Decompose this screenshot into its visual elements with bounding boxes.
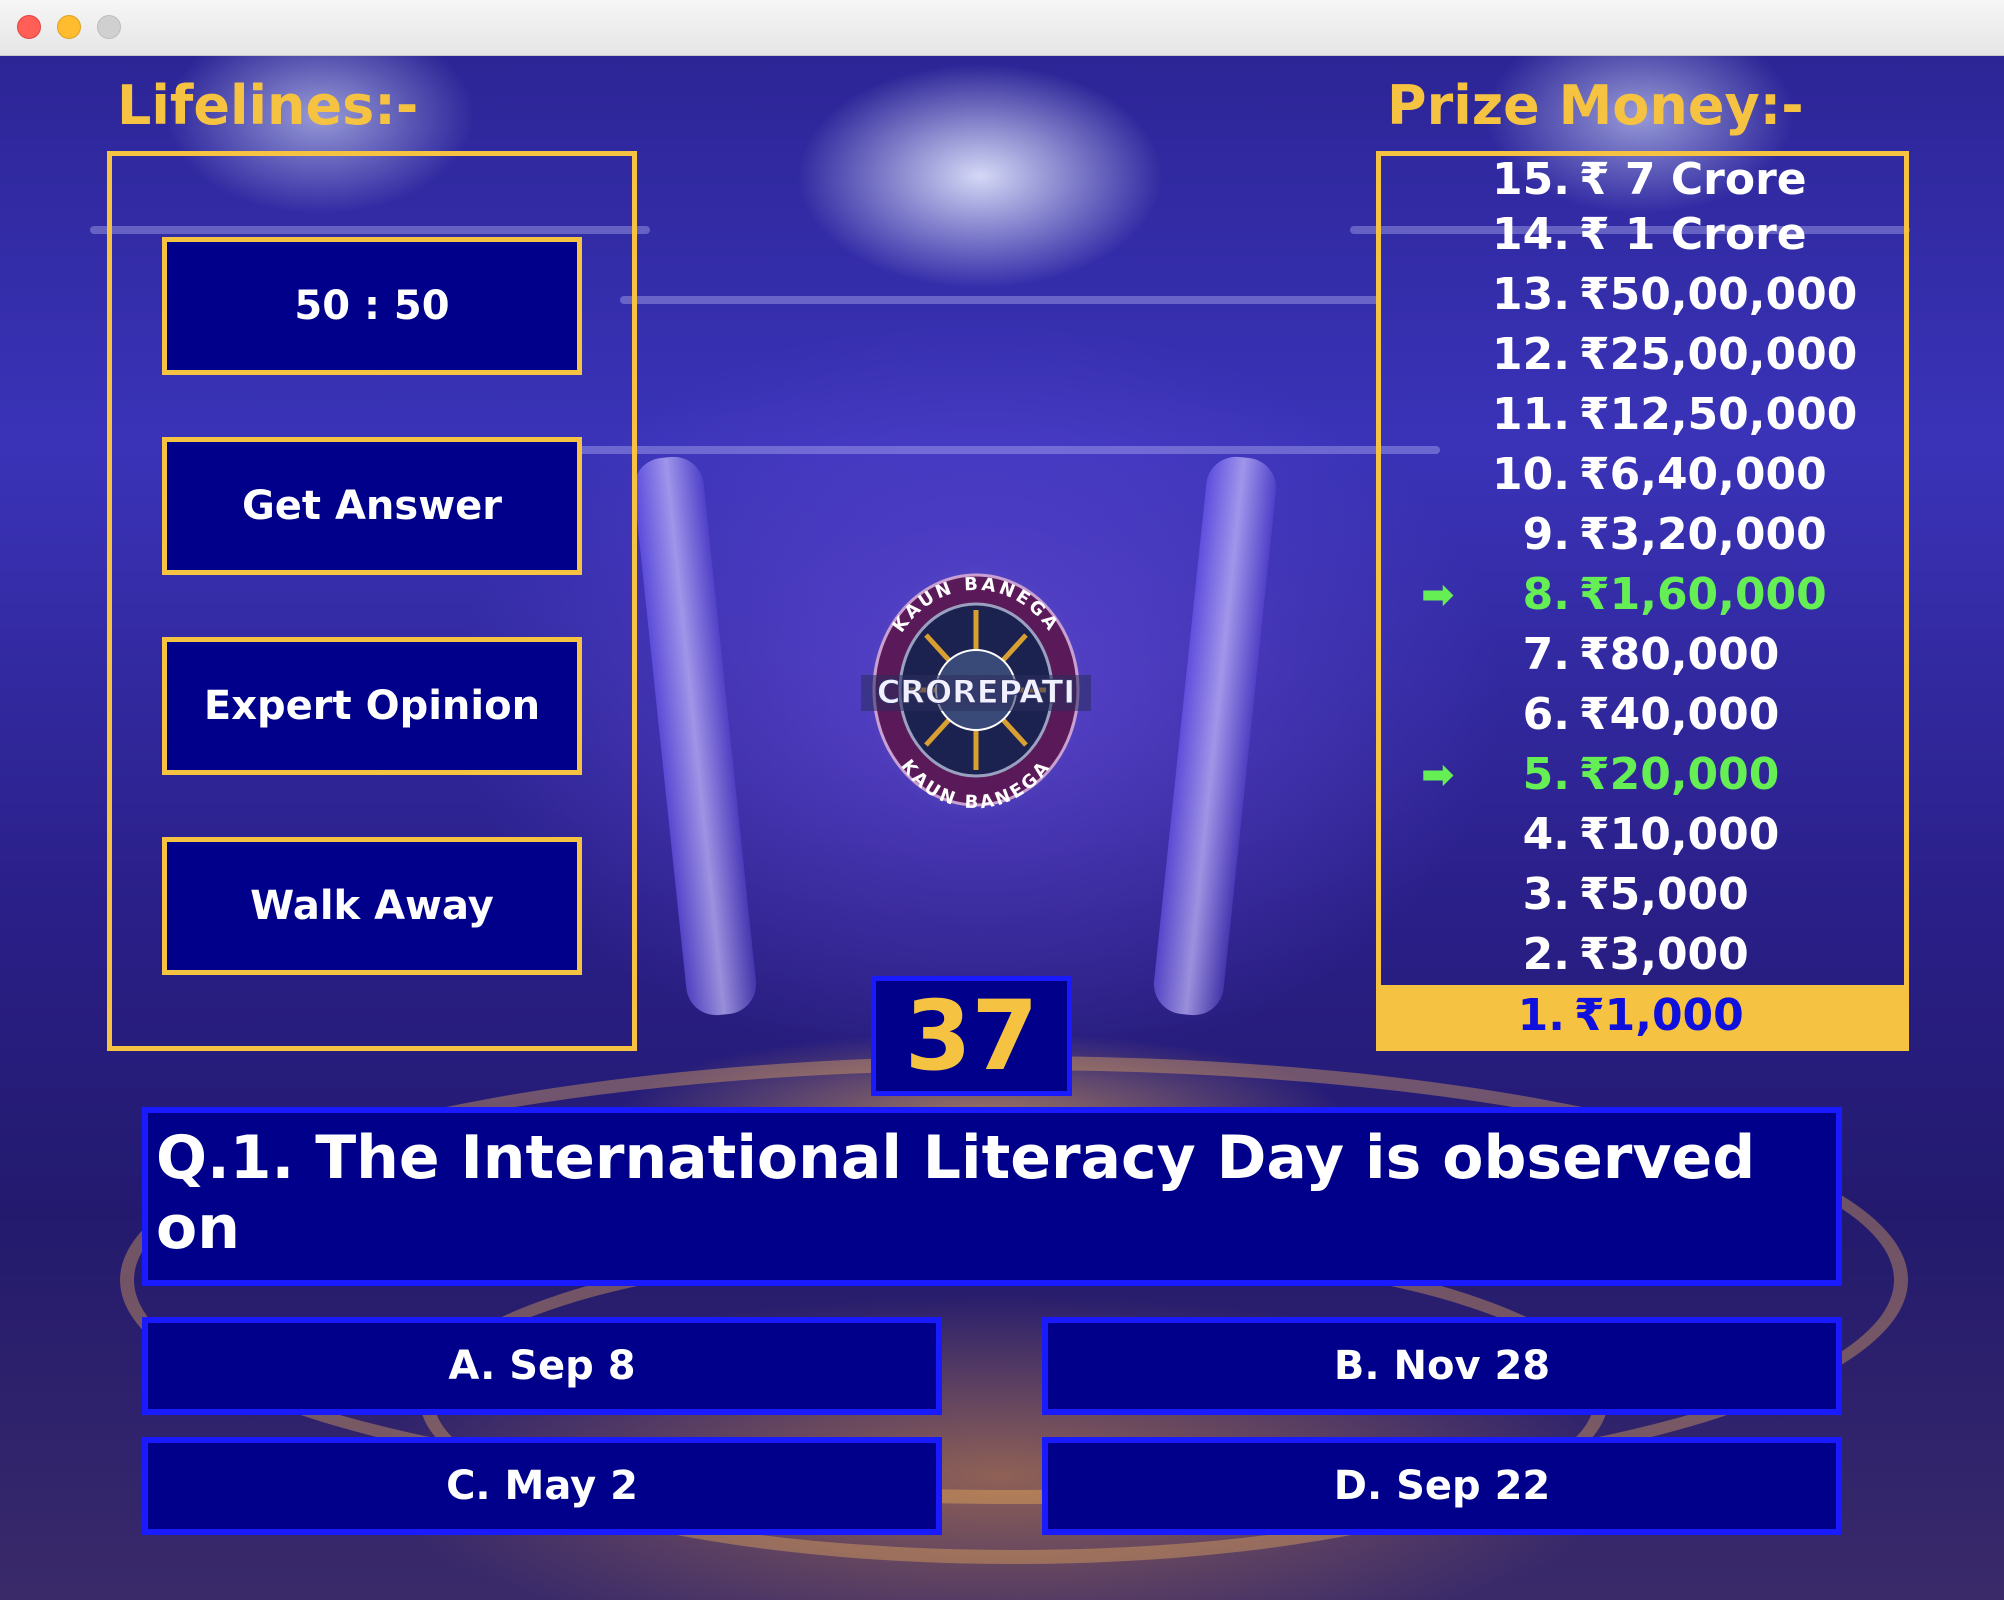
prize-level-amount: ₹50,00,000 xyxy=(1579,269,1858,320)
prize-level-8: ➡ 8. ₹1,60,000 xyxy=(1381,565,1914,625)
lifelines-heading: Lifelines:- xyxy=(117,74,419,137)
prize-level-number: 6. xyxy=(1522,689,1570,740)
prize-money-heading: Prize Money:- xyxy=(1387,74,1804,137)
prize-level-4: 4. ₹10,000 xyxy=(1381,805,1914,865)
prize-level-5: ➡ 5. ₹20,000 xyxy=(1381,745,1914,805)
countdown-timer: 37 xyxy=(871,976,1072,1096)
stage-pillar xyxy=(1150,453,1280,1019)
prize-level-15: 15. ₹ 7 Crore xyxy=(1381,150,1914,210)
prize-level-11: 11. ₹12,50,000 xyxy=(1381,385,1914,445)
prize-level-number: 3. xyxy=(1522,869,1570,920)
prize-level-12: 12. ₹25,00,000 xyxy=(1381,325,1914,385)
prize-level-amount: ₹5,000 xyxy=(1579,869,1749,920)
prize-level-number: 13. xyxy=(1492,269,1570,320)
option-c-button[interactable]: C. May 2 xyxy=(142,1437,942,1535)
option-a-button[interactable]: A. Sep 8 xyxy=(142,1317,942,1415)
prize-level-number: 11. xyxy=(1492,389,1570,440)
prize-level-amount: ₹10,000 xyxy=(1579,809,1780,860)
lifeline-fifty-fifty-button[interactable]: 50 : 50 xyxy=(162,237,582,375)
prize-level-amount: ₹3,000 xyxy=(1579,929,1749,980)
prize-level-13: 13. ₹50,00,000 xyxy=(1381,265,1914,325)
stage-light-stripe xyxy=(620,296,1380,304)
prize-level-number: 12. xyxy=(1492,329,1570,380)
prize-level-amount: ₹1,60,000 xyxy=(1579,569,1827,620)
prize-level-amount: ₹25,00,000 xyxy=(1579,329,1858,380)
close-button[interactable] xyxy=(17,15,41,39)
minimize-button[interactable] xyxy=(57,15,81,39)
lifeline-get-answer-button[interactable]: Get Answer xyxy=(162,437,582,575)
prize-ladder: 15. ₹ 7 Crore 14. ₹ 1 Crore 13. ₹50,00,000 12.… xyxy=(1376,151,1909,1051)
prize-level-number: 1. xyxy=(1517,990,1565,1041)
option-b-button[interactable]: B. Nov 28 xyxy=(1042,1317,1842,1415)
prize-level-number: 9. xyxy=(1522,509,1570,560)
prize-level-10: 10. ₹6,40,000 xyxy=(1381,445,1914,505)
prize-level-amount: ₹3,20,000 xyxy=(1579,509,1827,560)
prize-level-number: 7. xyxy=(1522,629,1570,680)
crorepati-logo: KAUN BANEGA KAUN BANEGA CROREPATI xyxy=(861,555,1091,825)
prize-level-2: 2. ₹3,000 xyxy=(1381,925,1914,985)
prize-level-number: 4. xyxy=(1522,809,1570,860)
prize-level-1: 1. ₹1,000 xyxy=(1376,985,1909,1051)
walk-away-button[interactable]: Walk Away xyxy=(162,837,582,975)
lifeline-expert-opinion-button[interactable]: Expert Opinion xyxy=(162,637,582,775)
window-title-bar xyxy=(0,0,2004,56)
option-d-button[interactable]: D. Sep 22 xyxy=(1042,1437,1842,1535)
prize-level-amount: ₹40,000 xyxy=(1579,689,1780,740)
prize-level-number: 8. xyxy=(1522,569,1570,620)
prize-level-number: 2. xyxy=(1522,929,1570,980)
prize-level-amount: ₹12,50,000 xyxy=(1579,389,1858,440)
prize-level-14: 14. ₹ 1 Crore xyxy=(1381,205,1914,265)
prize-level-amount: ₹80,000 xyxy=(1579,629,1780,680)
stage-light-stripe xyxy=(560,446,1440,454)
safe-level-arrow-icon: ➡ xyxy=(1421,752,1455,798)
prize-level-amount: ₹ 7 Crore xyxy=(1579,154,1807,205)
prize-level-9: 9. ₹3,20,000 xyxy=(1381,505,1914,565)
stage-pillar xyxy=(630,453,760,1019)
zoom-button[interactable] xyxy=(97,15,121,39)
prize-level-number: 5. xyxy=(1522,749,1570,800)
prize-level-amount: ₹20,000 xyxy=(1579,749,1780,800)
safe-level-arrow-icon: ➡ xyxy=(1421,572,1455,618)
prize-level-number: 14. xyxy=(1492,209,1570,260)
prize-level-3: 3. ₹5,000 xyxy=(1381,865,1914,925)
prize-level-amount: ₹6,40,000 xyxy=(1579,449,1827,500)
prize-level-amount: ₹ 1 Crore xyxy=(1579,209,1807,260)
prize-level-amount: ₹1,000 xyxy=(1574,990,1744,1041)
prize-level-number: 15. xyxy=(1492,154,1570,205)
question-text: Q.1. The International Literacy Day is o… xyxy=(142,1107,1842,1286)
prize-level-7: 7. ₹80,000 xyxy=(1381,625,1914,685)
prize-level-6: 6. ₹40,000 xyxy=(1381,685,1914,745)
logo-main-text: CROREPATI xyxy=(877,673,1075,711)
prize-level-number: 10. xyxy=(1492,449,1570,500)
